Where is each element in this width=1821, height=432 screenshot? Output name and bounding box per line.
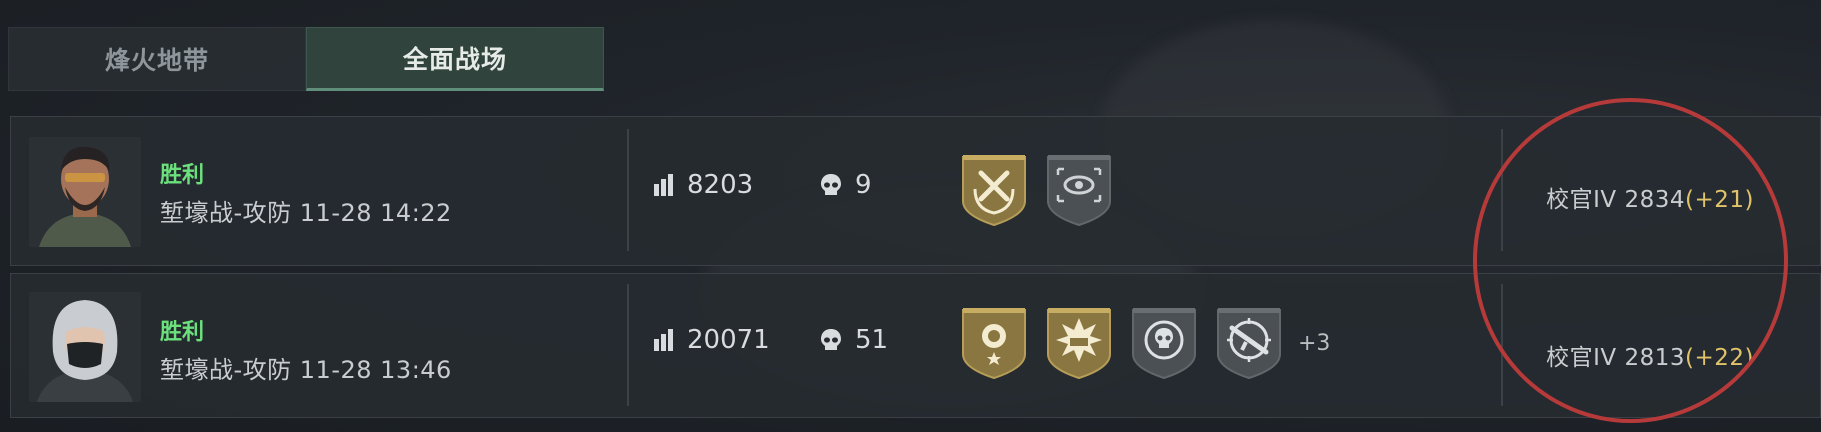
match-mode-time: 堑壕战-攻防 11-28 14:22 xyxy=(160,199,452,227)
match-mode-time: 堑壕战-攻防 11-28 13:46 xyxy=(160,356,452,384)
highlight-circle-annotation xyxy=(1473,98,1788,423)
tab-hazard-zone[interactable]: 烽火地带 xyxy=(8,27,306,91)
skull-icon xyxy=(821,174,841,195)
skull-icon xyxy=(821,329,841,350)
divider xyxy=(627,284,629,406)
score-stat: 20071 xyxy=(653,325,770,355)
kills-value: 9 xyxy=(855,170,872,200)
explosion-tank-badge[interactable] xyxy=(1046,306,1112,380)
kills-stat: 9 xyxy=(819,170,872,200)
match-result: 胜利 xyxy=(160,320,205,345)
more-badges-count[interactable]: +3 xyxy=(1298,331,1330,356)
divider xyxy=(627,129,629,251)
score-stat: 8203 xyxy=(653,170,753,200)
rifle-crosshair-badge[interactable] xyxy=(1216,306,1282,380)
score-value: 20071 xyxy=(687,325,770,355)
bar-chart-icon xyxy=(654,174,673,196)
score-value: 8203 xyxy=(687,170,754,200)
rose-star-badge[interactable] xyxy=(961,306,1027,380)
skull-crosshair-badge[interactable] xyxy=(1131,306,1197,380)
bar-chart-icon xyxy=(654,329,673,351)
tab-full-battlefield[interactable]: 全面战场 xyxy=(306,27,604,91)
mode-tabs: 烽火地带 全面战场 xyxy=(8,27,608,91)
kills-value: 51 xyxy=(855,325,889,355)
operator-avatar xyxy=(29,292,141,402)
tools-laurel-badge[interactable] xyxy=(961,153,1027,227)
eye-target-badge[interactable] xyxy=(1046,153,1112,227)
match-result: 胜利 xyxy=(160,163,205,188)
operator-avatar xyxy=(29,137,141,247)
kills-stat: 51 xyxy=(819,325,888,355)
